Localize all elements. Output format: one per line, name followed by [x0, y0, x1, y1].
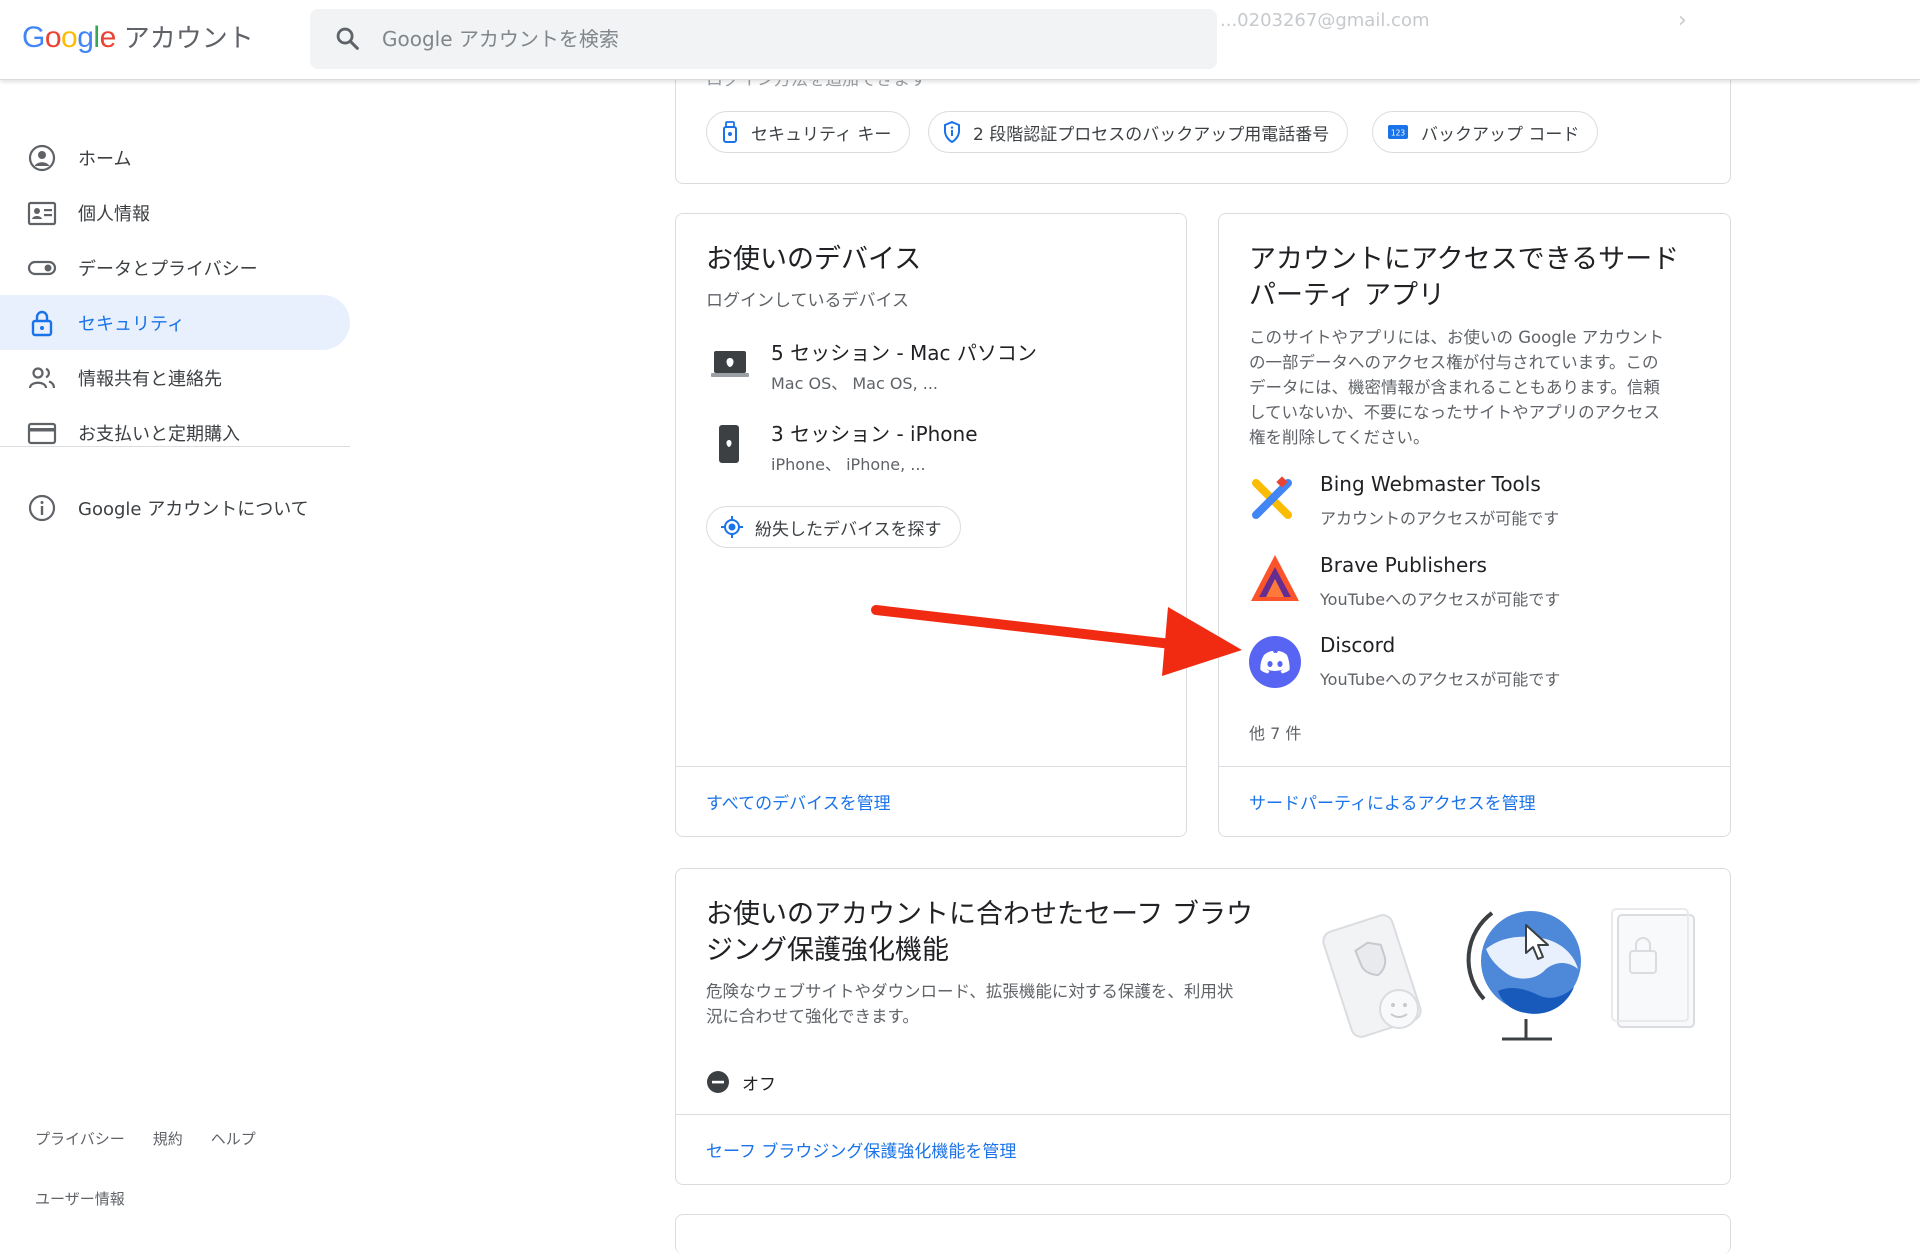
sidebar-item-sharing[interactable]: 情報共有と連絡先: [0, 350, 350, 405]
sidebar-item-label: データとプライバシー: [78, 258, 258, 280]
sidebar-item-payments[interactable]: お支払いと定期購入: [0, 405, 350, 460]
app-access: YouTubeへのアクセスが可能です: [1320, 670, 1561, 689]
description-line: していないか、不要になったサイトやアプリのアクセス: [1249, 403, 1660, 422]
backup-code-icon-text: 123: [1391, 129, 1406, 138]
user-info-link[interactable]: ユーザー情報: [35, 1188, 125, 1209]
search-icon[interactable]: [334, 25, 362, 53]
account-email: ...0203267@gmail.com: [1220, 10, 1430, 31]
app-access: YouTubeへのアクセスが可能です: [1320, 590, 1561, 609]
security-key-chip[interactable]: セキュリティ キー: [706, 111, 911, 153]
safe-browsing-description: 危険なウェブサイトやダウンロード、拡張機能に対する保護を、利用状 況に合わせて強…: [706, 979, 1233, 1029]
search-bar[interactable]: [310, 9, 1217, 69]
device-row-sub: iPhone、 iPhone, ...: [771, 455, 926, 474]
shield-icon: [944, 121, 960, 143]
laptop-icon: [711, 351, 749, 377]
next-card-edge: [675, 1214, 1731, 1254]
sidebar-item-home[interactable]: ホーム: [0, 130, 350, 185]
sidebar-item-label: お支払いと定期購入: [78, 423, 240, 445]
sidebar-divider: [0, 446, 350, 447]
third-party-title-line1: アカウントにアクセスできるサード: [1249, 244, 1680, 275]
bing-webmaster-icon: [1252, 476, 1292, 519]
status-off-icon: [707, 1071, 729, 1093]
google-wordmark: Google: [22, 21, 116, 55]
backup-codes-chip[interactable]: 123 バックアップ コード: [1372, 111, 1599, 153]
sidebar-item-label: 個人情報: [78, 203, 150, 225]
description-line: このサイトやアプリには、お使いの Google アカウント: [1249, 328, 1665, 347]
logo-letter: e: [99, 21, 117, 54]
backup-code-icon: 123: [1388, 125, 1408, 139]
device-row-title[interactable]: 3 セッション - iPhone: [771, 418, 978, 447]
description-line: データには、機密情報が含まれることもあります。信頼: [1249, 378, 1660, 397]
terms-link[interactable]: 規約: [153, 1128, 183, 1149]
more-apps-count: 他 7 件: [1249, 724, 1302, 743]
home-account-circle-icon: [28, 144, 56, 172]
safe-browsing-card: お使いのアカウントに合わせたセーフ ブラウ ジング保護強化機能 危険なウェブサイ…: [675, 868, 1731, 1185]
app-name[interactable]: Bing Webmaster Tools: [1320, 472, 1541, 496]
people-icon: [28, 367, 56, 389]
backup-phone-chip[interactable]: 2 段階認証プロセスのバックアップ用電話番号: [928, 111, 1349, 153]
sidebar-item-label: 情報共有と連絡先: [78, 368, 222, 390]
description-line: 危険なウェブサイトやダウンロード、拡張機能に対する保護を、利用状: [706, 982, 1234, 1001]
security-key-icon: [723, 121, 737, 143]
sidebar-item-data-privacy[interactable]: データとプライバシー: [0, 240, 350, 295]
privacy-link[interactable]: プライバシー: [35, 1128, 125, 1149]
lock-icon: [31, 310, 53, 337]
brave-icon: [1251, 555, 1299, 601]
safe-browsing-title-line1: お使いのアカウントに合わせたセーフ ブラウ: [706, 899, 1253, 930]
info-icon: [28, 494, 56, 522]
app-name[interactable]: Discord: [1320, 633, 1395, 657]
manage-devices-link[interactable]: すべてのデバイスを管理: [706, 789, 891, 814]
locate-icon: [721, 516, 743, 538]
logo-letter: G: [22, 21, 45, 54]
sidebar-item-about[interactable]: Google アカウントについて: [0, 480, 350, 535]
sidebar-item-personal-info[interactable]: 個人情報: [0, 185, 350, 240]
logo-letter: o: [44, 21, 62, 54]
description-line: の一部データへのアクセス権が付与されています。この: [1249, 353, 1659, 372]
safe-browsing-card-footer: セーフ ブラウジング保護強化機能を管理: [676, 1114, 1730, 1184]
discord-icon: [1249, 636, 1301, 688]
safe-browsing-status: オフ: [742, 1075, 776, 1095]
phone-icon: [719, 425, 739, 463]
logo-letter: o: [61, 21, 78, 54]
safe-browsing-illustration: [1322, 908, 1695, 1041]
devices-subtitle: ログインしているデバイス: [706, 291, 909, 311]
chip-label: 2 段階認証プロセスのバックアップ用電話番号: [973, 124, 1330, 145]
logo-letter: g: [77, 21, 94, 54]
devices-card: お使いのデバイス ログインしているデバイス 5 セッション - Mac パソコン…: [675, 213, 1187, 837]
manage-safe-browsing-link[interactable]: セーフ ブラウジング保護強化機能を管理: [706, 1137, 1016, 1162]
manage-third-party-link[interactable]: サードパーティによるアクセスを管理: [1249, 789, 1536, 814]
sidebar-nav: ホーム 個人情報 データとプライバシー セキュリティ 情報共有と連絡先 お支払い…: [0, 80, 350, 1221]
third-party-card-footer: サードパーティによるアクセスを管理: [1219, 766, 1730, 836]
safe-browsing-title-line2: ジング保護強化機能: [706, 935, 949, 966]
toggle-icon: [27, 260, 57, 276]
devices-title: お使いのデバイス: [706, 244, 922, 275]
app-access: アカウントのアクセスが可能です: [1320, 509, 1560, 528]
person-card-icon: [27, 201, 57, 226]
app-name[interactable]: Brave Publishers: [1320, 553, 1487, 577]
description-line: 況に合わせて強化できます。: [706, 1007, 919, 1026]
chip-label: セキュリティ キー: [751, 124, 892, 145]
sidebar-item-label: Google アカウントについて: [78, 498, 309, 520]
device-row-title[interactable]: 5 セッション - Mac パソコン: [771, 337, 1037, 366]
search-input[interactable]: [382, 23, 1182, 55]
footer-links: プライバシー 規約 ヘルプ: [35, 1128, 256, 1149]
third-party-description: このサイトやアプリには、お使いの Google アカウント の一部データへのアク…: [1249, 325, 1664, 450]
help-link[interactable]: ヘルプ: [211, 1128, 256, 1149]
credit-card-icon: [27, 422, 57, 445]
sidebar-item-label: ホーム: [78, 148, 132, 170]
google-account-logo[interactable]: Google アカウント: [22, 18, 254, 55]
sidebar-item-label: セキュリティ: [78, 313, 185, 335]
chevron-right-icon: ›: [1678, 8, 1687, 33]
top-bar: Google アカウント ...0203267@gmail.com ›: [0, 0, 1920, 80]
chip-label: 紛失したデバイスを探す: [755, 519, 942, 540]
device-row-sub: Mac OS、 Mac OS, ...: [771, 374, 939, 393]
find-lost-device-button[interactable]: 紛失したデバイスを探す: [706, 506, 961, 548]
devices-card-footer: すべてのデバイスを管理: [676, 766, 1186, 836]
third-party-apps-card: アカウントにアクセスできるサード パーティ アプリ このサイトやアプリには、お使…: [1218, 213, 1731, 837]
chip-label: バックアップ コード: [1421, 124, 1580, 145]
description-line: 権を削除してください。: [1249, 428, 1430, 447]
sidebar-item-security[interactable]: セキュリティ: [0, 295, 350, 350]
logo-suffix: アカウント: [123, 24, 254, 54]
third-party-title-line2: パーティ アプリ: [1249, 280, 1445, 311]
